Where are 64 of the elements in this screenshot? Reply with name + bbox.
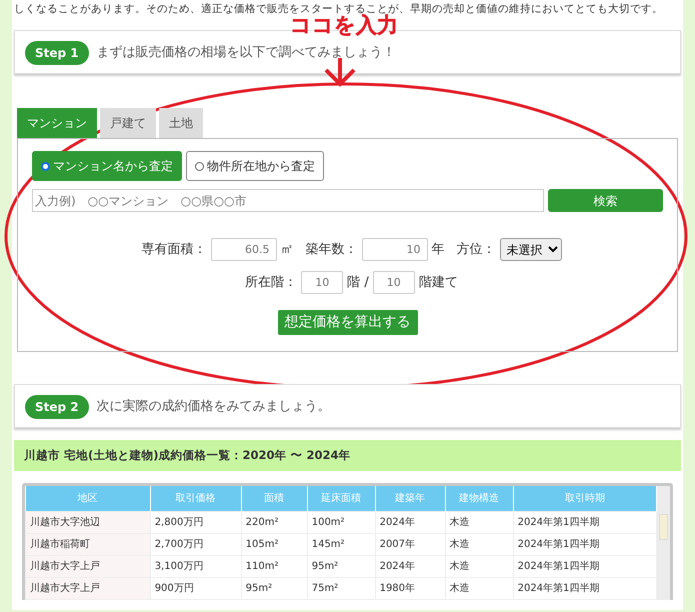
step-badge: Step 1 (25, 41, 89, 65)
step-text: まずは販売価格の相場を以下で調べてみましょう！ (96, 44, 396, 62)
calculate-button[interactable]: 想定価格を算出する (278, 310, 418, 335)
unit-label: 階 / (347, 274, 369, 292)
step-text: 次に実際の成約価格をみてみましょう。 (96, 398, 331, 416)
unit-label: 年 (432, 240, 444, 259)
field-label: 築年数： (306, 240, 358, 259)
table-cell: 110m² (241, 555, 308, 578)
table-cell: 木造 (445, 555, 514, 578)
table-cell: 105m² (241, 533, 308, 556)
column-header: 建物構造 (445, 486, 514, 512)
table-cell: 900万円 (150, 577, 242, 600)
intro-text: しくなることがあります。そのため、適正な価格で販売をスタートすることが、早期の売却と価値の維持においてとても大切です。 (14, 2, 664, 15)
table-cell: 川越市稲荷町 (26, 533, 150, 556)
column-header: 面積 (241, 486, 308, 512)
table-cell: 2024年第1四半期 (513, 555, 656, 578)
number-field[interactable]: 10 (301, 271, 344, 294)
scrollbar[interactable] (657, 486, 670, 600)
table-cell: 2024年第1四半期 (513, 533, 656, 556)
unit-label: ㎡ (280, 240, 294, 259)
number-field[interactable]: 10 (372, 271, 415, 294)
step-badge: Step 2 (25, 395, 89, 419)
field-label: 専有面積： (142, 240, 206, 259)
direction-select[interactable]: 未選択 (500, 238, 562, 261)
number-field[interactable]: 60.5 (210, 238, 276, 261)
table-cell: 75m² (307, 577, 376, 600)
tab[interactable]: 戸建て (100, 108, 156, 138)
field-label: 方位： (456, 240, 496, 259)
field-label: 所在階： (245, 274, 298, 292)
table-cell: 145m² (307, 533, 376, 556)
table-cell: 1980年 (375, 577, 446, 600)
radio-option[interactable]: マンション名から査定 (32, 151, 182, 181)
table-cell: 220m² (241, 511, 308, 534)
column-header: 建築年 (375, 486, 446, 512)
table-cell: 木造 (445, 533, 514, 556)
table-cell: 95m² (241, 577, 308, 600)
table-cell: 2024年 (375, 511, 446, 534)
table-cell: 川越市大字池辺 (26, 511, 150, 534)
table-cell: 2024年第1四半期 (513, 577, 656, 600)
annotation-label: ココを入力 (290, 14, 398, 36)
table-cell: 95m² (307, 555, 376, 578)
tab[interactable]: 土地 (159, 108, 203, 138)
table-cell: 木造 (445, 577, 514, 600)
table-cell: 川越市大字上戸 (26, 577, 150, 600)
radio-option[interactable]: 物件所在地から査定 (186, 151, 324, 181)
column-header: 地区 (26, 486, 150, 512)
table-cell: 2024年 (375, 555, 446, 578)
table-cell: 2,700万円 (150, 533, 242, 556)
table-cell: 2007年 (375, 533, 446, 556)
search-field[interactable]: 入力例) ○○マンション ○○県○○市 (32, 189, 544, 212)
table-cell: 2,800万円 (150, 511, 242, 534)
column-header: 取引価格 (150, 486, 242, 512)
column-header: 取引時期 (513, 486, 656, 512)
table-heading: 川越市 宅地(土地と建物)成約価格一覧：2020年 〜 2024年 (14, 440, 681, 472)
unit-label: 階建て (418, 274, 458, 292)
table-cell: 川越市大字上戸 (26, 555, 150, 578)
tab[interactable]: マンション (17, 108, 97, 138)
table-cell: 3,100万円 (150, 555, 242, 578)
column-header: 延床面積 (307, 486, 376, 512)
table-cell: 100m² (307, 511, 376, 534)
table-cell: 木造 (445, 511, 514, 534)
table-cell: 2024年第1四半期 (513, 511, 656, 534)
number-field[interactable]: 10 (362, 238, 428, 261)
search-button[interactable]: 検索 (548, 189, 663, 212)
